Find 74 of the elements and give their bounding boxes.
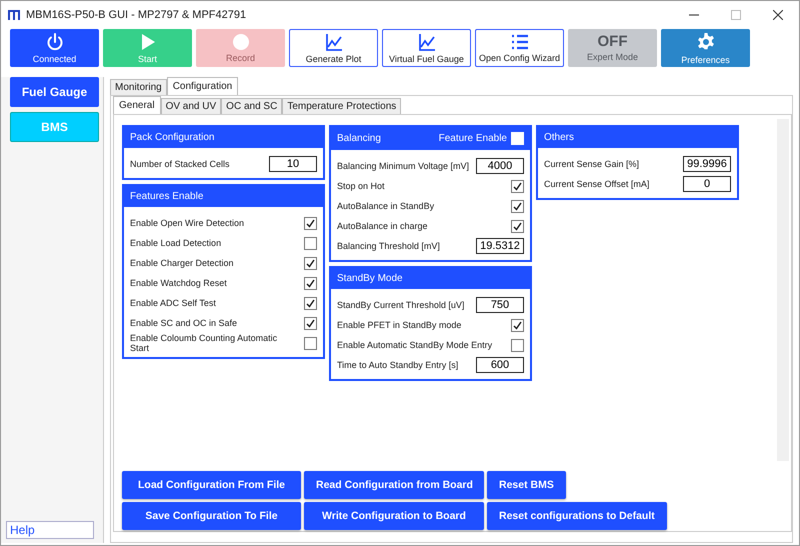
action-button[interactable]: Write Configuration to Board (304, 502, 484, 530)
action-button[interactable]: Load Configuration From File (122, 471, 301, 499)
toolbar-button[interactable]: Generate Plot (289, 29, 378, 67)
checkbox-label: Enable Coloumb Counting Automatic Start (130, 333, 278, 353)
action-button[interactable]: Read Configuration from Board (304, 471, 484, 499)
window-title: MBM16S-P50-B GUI - MP2797 & MPF42791 (26, 9, 246, 21)
checkbox[interactable] (511, 200, 524, 212)
action-button[interactable]: Save Configuration To File (122, 502, 301, 530)
panel-title: Others (544, 132, 576, 143)
checkbox-label: Enable PFET in StandBy mode (337, 320, 462, 330)
field-label: Balancing Minimum Voltage [mV] (337, 161, 470, 171)
toolbar-button[interactable]: OFF Expert Mode (568, 29, 657, 67)
line-chart-icon (418, 32, 436, 50)
number-field[interactable]: 600 (476, 357, 524, 373)
field-label: StandBy Current Threshold [uV] (337, 300, 466, 310)
logo-icon (8, 10, 20, 20)
checkbox-label: Enable Charger Detection (130, 258, 235, 268)
checkbox[interactable] (304, 336, 317, 350)
checkbox-label: AutoBalance in charge (337, 221, 429, 231)
tab[interactable]: OV and UV (160, 98, 222, 114)
checkbox-label: Stop on Hot (337, 181, 386, 191)
tab[interactable]: Temperature Protections (282, 98, 402, 114)
list-icon (510, 34, 528, 50)
play-icon (140, 32, 156, 50)
checkbox[interactable] (304, 236, 317, 250)
field-label: Time to Auto Standby Entry [s] (337, 360, 460, 370)
checkbox[interactable] (511, 220, 524, 232)
field-label: Balancing Threshold [mV] (337, 241, 441, 251)
checkbox-label: Enable SC and OC in Safe (130, 318, 238, 328)
checkbox[interactable] (511, 180, 524, 192)
number-field[interactable]: 0 (683, 176, 731, 192)
checkbox[interactable] (511, 318, 524, 332)
checkbox-label: Enable Open Wire Detection (130, 218, 246, 228)
checkbox[interactable] (304, 216, 317, 230)
close-icon[interactable] (773, 10, 783, 20)
action-button[interactable]: Reset BMS (487, 471, 566, 499)
panel-title: Pack Configuration (130, 132, 216, 143)
tab[interactable]: General (113, 96, 161, 114)
number-field[interactable]: 750 (476, 297, 524, 313)
checkbox[interactable] (304, 276, 317, 290)
tab[interactable]: Configuration (166, 77, 238, 95)
field-label: Current Sense Offset [mA] (544, 179, 650, 189)
tab[interactable]: Monitoring (110, 79, 167, 95)
field-label: Current Sense Gain [%] (544, 159, 640, 169)
sidebar-button[interactable]: Fuel Gauge (10, 77, 99, 107)
checkbox-label: Enable Load Detection (130, 238, 222, 248)
toolbar-button[interactable]: Connected (10, 29, 99, 67)
checkbox-label: Enable Watchdog Reset (130, 278, 228, 288)
toolbar-button[interactable]: Preferences (661, 29, 750, 67)
checkbox-label: AutoBalance in StandBy (337, 201, 436, 211)
power-icon (46, 32, 64, 50)
help-field[interactable]: Help (6, 521, 94, 539)
checkbox[interactable] (511, 338, 524, 352)
action-button[interactable]: Reset configurations to Default (487, 502, 667, 530)
number-field[interactable]: 10 (269, 156, 317, 172)
checkbox[interactable] (304, 316, 317, 330)
panel-title: Balancing (337, 133, 382, 144)
checkbox[interactable] (304, 296, 317, 310)
checkbox-label: Enable ADC Self Test (130, 298, 217, 308)
line-chart-icon (324, 32, 342, 50)
record-icon (232, 34, 248, 50)
panel-title: Features Enable (130, 191, 204, 202)
panel-title: StandBy Mode (337, 273, 404, 284)
checkbox-label: Enable Automatic StandBy Mode Entry (337, 340, 494, 350)
checkbox-label: Feature Enable (438, 133, 507, 144)
number-field[interactable]: 4000 (476, 158, 524, 174)
number-field[interactable]: 19.5312 (476, 238, 524, 254)
tab[interactable]: OC and SC (221, 98, 282, 114)
toolbar-button[interactable]: Virtual Fuel Gauge (382, 29, 471, 67)
toolbar-button[interactable]: Open Config Wizard (475, 29, 564, 67)
checkbox[interactable] (304, 256, 317, 270)
field-label: Number of Stacked Cells (130, 159, 231, 169)
number-field[interactable]: 99.9996 (683, 156, 731, 172)
gear-icon (696, 32, 716, 52)
